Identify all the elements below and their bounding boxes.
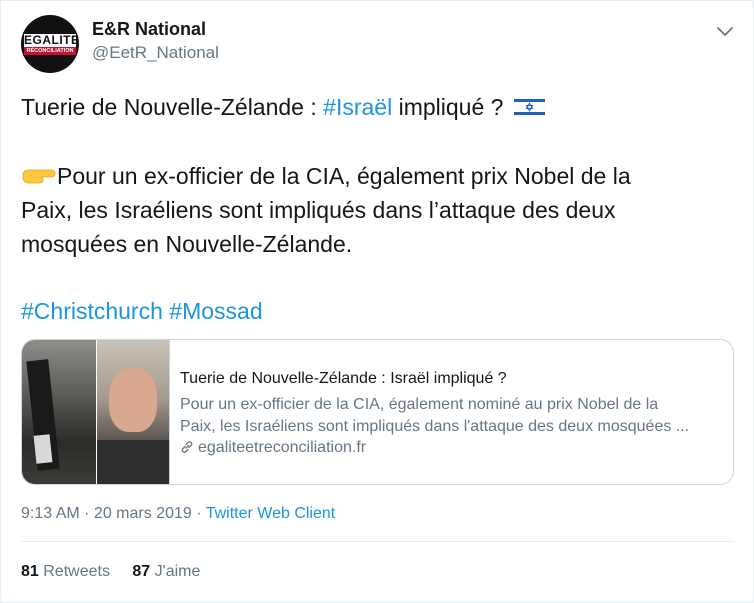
tweet-text: Tuerie de Nouvelle-Zélande : <box>21 94 324 120</box>
chevron-down-icon[interactable] <box>713 19 737 43</box>
tweet-text: Pour un ex-officier de la CIA, également… <box>57 163 631 189</box>
card-divider <box>169 340 170 484</box>
israel-flag-icon <box>513 97 545 117</box>
card-description-line: Paix, les Israéliens sont impliqués dans… <box>180 418 690 435</box>
pointing-right-icon <box>22 169 56 184</box>
likes-stat[interactable]: 87 J'aime <box>132 563 200 581</box>
avatar[interactable]: EGALITE RÉCONCILIATION <box>21 15 79 73</box>
link-icon <box>181 441 193 453</box>
card-description-line: Pour un ex-officier de la CIA, également… <box>180 396 659 413</box>
tweet-line-1: Tuerie de Nouvelle-Zélande : #Israël imp… <box>21 94 545 121</box>
display-name[interactable]: E&R National <box>92 19 206 40</box>
rifle-writing <box>33 434 53 464</box>
hashtag-mossad[interactable]: #Mossad <box>169 298 262 324</box>
avatar-logo: EGALITE RÉCONCILIATION <box>24 33 79 55</box>
tweet-meta: 9:13 AM · 20 mars 2019 · Twitter Web Cli… <box>21 505 335 523</box>
meta-separator: · <box>79 505 94 522</box>
tweet-hashtags: #Christchurch #Mossad <box>21 298 263 325</box>
hashtag-christchurch[interactable]: #Christchurch <box>21 298 163 324</box>
retweets-stat[interactable]: 81 Retweets <box>21 563 110 581</box>
card-domain: egaliteetreconciliation.fr <box>180 439 366 457</box>
portrait-face <box>109 368 157 432</box>
retweets-label: Retweets <box>43 563 110 580</box>
tweet-line-4: mosquées en Nouvelle-Zélande. <box>21 231 353 257</box>
avatar-logo-top: EGALITE <box>24 33 79 47</box>
tweet-line-3: Paix, les Israéliens sont impliqués dans… <box>21 197 616 223</box>
likes-label: J'aime <box>154 563 201 580</box>
divider <box>21 541 734 542</box>
retweets-count: 81 <box>21 563 39 580</box>
meta-separator: · <box>191 505 206 522</box>
tweet-date[interactable]: 20 mars 2019 <box>94 505 192 522</box>
tweet-line-2: Pour un ex-officier de la CIA, également… <box>21 163 631 190</box>
tweet-container: EGALITE RÉCONCILIATION E&R National @Eet… <box>0 0 754 603</box>
tweet-time[interactable]: 9:13 AM <box>21 505 80 522</box>
tweet-client[interactable]: Twitter Web Client <box>206 505 336 522</box>
tweet-stats: 81 Retweets 87 J'aime <box>21 563 218 581</box>
tweet-text: impliqué ? <box>392 94 504 120</box>
card-image-rifle <box>22 340 96 484</box>
portrait-body <box>97 440 169 484</box>
handle[interactable]: @EetR_National <box>92 43 219 63</box>
card-description: Pour un ex-officier de la CIA, également… <box>180 394 720 438</box>
card-domain-text: egaliteetreconciliation.fr <box>198 439 367 456</box>
hashtag-israel[interactable]: #Israël <box>323 94 392 120</box>
card-image-portrait <box>97 340 169 484</box>
avatar-logo-bottom: RÉCONCILIATION <box>24 47 76 55</box>
likes-count: 87 <box>132 563 151 580</box>
card-title: Tuerie de Nouvelle-Zélande : Israël impl… <box>180 370 507 387</box>
link-card[interactable]: Tuerie de Nouvelle-Zélande : Israël impl… <box>21 339 734 485</box>
